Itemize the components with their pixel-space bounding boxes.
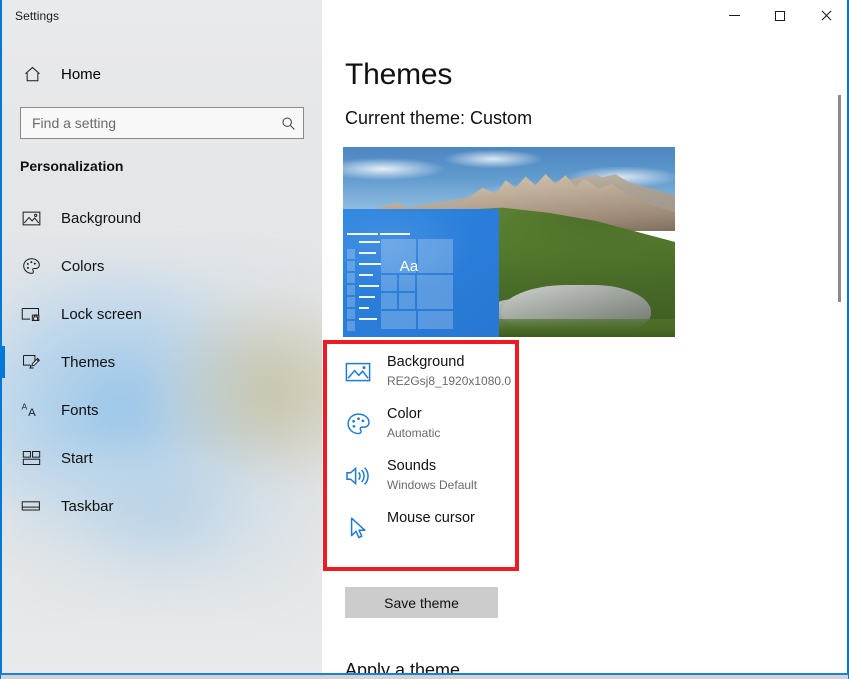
nav-group-header: Personalization (20, 158, 124, 174)
window-left-border (1, 0, 2, 679)
save-theme-button[interactable]: Save theme (345, 587, 498, 618)
close-icon (820, 10, 832, 22)
settings-window: Home Personalization Background (0, 0, 849, 679)
speaker-icon (343, 461, 373, 491)
theme-option-background-text: Background RE2Gsj8_1920x1080.0 (387, 352, 511, 390)
picture-icon (20, 207, 42, 229)
maximize-icon (775, 10, 785, 21)
theme-option-sounds-text: Sounds Windows Default (387, 456, 477, 494)
sidebar-item-colors[interactable]: Colors (2, 242, 307, 290)
search-icon[interactable] (273, 108, 303, 138)
theme-options-list: Background RE2Gsj8_1920x1080.0 Color Aut… (343, 352, 521, 560)
title-bar[interactable]: Settings (1, 0, 848, 32)
taskbar-icon (20, 495, 42, 517)
theme-option-color[interactable]: Color Automatic (343, 404, 521, 456)
start-tiles-icon (20, 447, 42, 469)
cursor-arrow-icon (343, 513, 373, 543)
theme-option-color-text: Color Automatic (387, 404, 440, 442)
picture-icon (343, 357, 373, 387)
sidebar-item-background-label: Background (61, 209, 142, 227)
theme-option-title: Sounds (387, 458, 437, 474)
svg-text:A: A (21, 401, 27, 411)
theme-option-title: Color (387, 406, 422, 422)
selection-indicator (2, 346, 5, 378)
sidebar-item-lock-screen[interactable]: Lock screen (2, 290, 307, 338)
theme-option-subtitle: Windows Default (387, 478, 478, 492)
sidebar-nav-list: Background Colors Lock screen Themes A A… (2, 194, 307, 530)
sidebar-item-taskbar[interactable]: Taskbar (2, 482, 307, 530)
theme-option-background[interactable]: Background RE2Gsj8_1920x1080.0 (343, 352, 521, 404)
current-theme-label: Current theme: Custom (345, 108, 533, 128)
theme-brush-icon (20, 351, 42, 373)
window-title: Settings (15, 9, 60, 23)
taskbar-sliver (1, 675, 848, 679)
sidebar-item-themes[interactable]: Themes (2, 338, 307, 386)
sidebar-item-fonts-label: Fonts (61, 401, 99, 419)
taskbar-top-accent (1, 673, 848, 675)
search-box[interactable] (20, 107, 304, 139)
minimize-button[interactable] (711, 0, 757, 31)
theme-option-subtitle: Automatic (387, 426, 441, 440)
svg-text:A: A (28, 407, 36, 419)
sidebar-item-start[interactable]: Start (2, 434, 307, 482)
window-right-border (847, 0, 848, 679)
theme-option-sounds[interactable]: Sounds Windows Default (343, 456, 521, 508)
sidebar-item-themes-label: Themes (61, 353, 116, 371)
sidebar-item-fonts[interactable]: A A Fonts (2, 386, 307, 434)
home-icon (20, 62, 44, 86)
sidebar-item-home-label: Home (61, 65, 102, 83)
close-button[interactable] (803, 0, 848, 31)
sidebar-item-background[interactable]: Background (2, 194, 307, 242)
theme-option-title: Mouse cursor (387, 510, 475, 526)
palette-icon (20, 255, 42, 277)
search-input[interactable] (21, 108, 273, 138)
sidebar-item-taskbar-label: Taskbar (61, 497, 114, 515)
scrollbar-thumb[interactable] (838, 95, 841, 302)
preview-start-menu: Aa (343, 209, 499, 337)
minimize-icon (728, 15, 740, 16)
theme-preview-thumbnail[interactable]: Aa (343, 147, 675, 337)
fonts-aa-icon: A A (20, 399, 42, 421)
vertical-scrollbar[interactable] (834, 33, 846, 679)
theme-option-mouse-cursor[interactable]: Mouse cursor (343, 508, 521, 560)
page-title: Themes (345, 58, 453, 91)
sidebar-item-lock-screen-label: Lock screen (61, 305, 142, 323)
sidebar-item-start-label: Start (61, 449, 93, 467)
theme-option-mouse-cursor-text: Mouse cursor (387, 508, 475, 528)
preview-sample-text: Aa (399, 258, 419, 275)
maximize-button[interactable] (757, 0, 803, 31)
lock-screen-icon (20, 303, 42, 325)
theme-option-title: Background (387, 354, 465, 370)
sidebar-item-home[interactable]: Home (2, 57, 302, 91)
palette-icon (343, 409, 373, 439)
sidebar-item-colors-label: Colors (61, 257, 105, 275)
theme-option-subtitle: RE2Gsj8_1920x1080.0 (387, 374, 512, 388)
